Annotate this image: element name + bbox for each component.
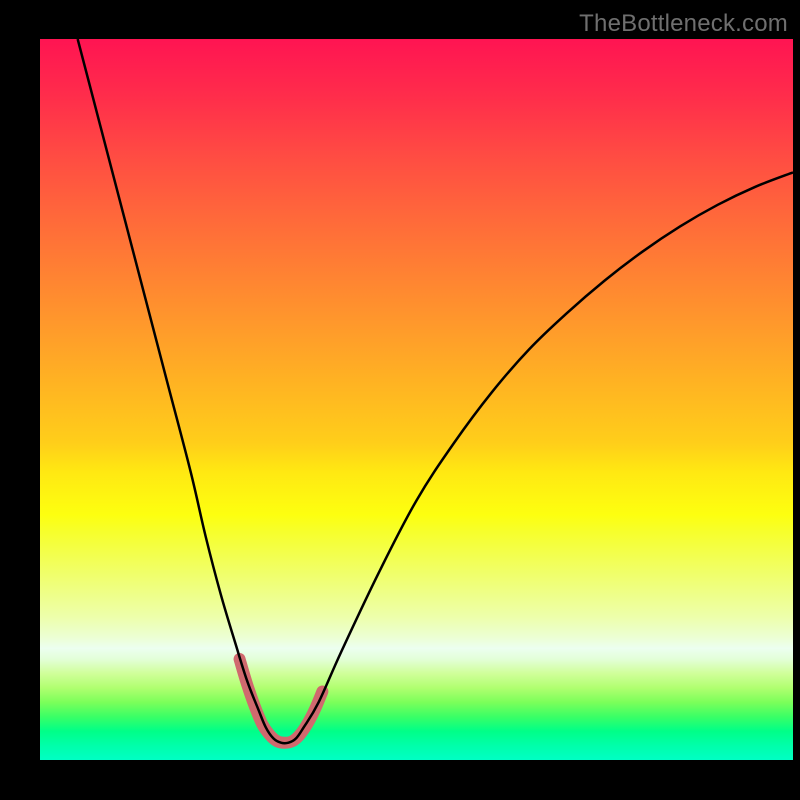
bottleneck-curve-path bbox=[78, 39, 793, 743]
plot-area bbox=[40, 39, 793, 760]
highlight-valley-path bbox=[240, 659, 323, 743]
chart-svg bbox=[40, 39, 793, 760]
chart-container: TheBottleneck.com bbox=[0, 0, 800, 800]
attribution-text: TheBottleneck.com bbox=[579, 10, 788, 38]
